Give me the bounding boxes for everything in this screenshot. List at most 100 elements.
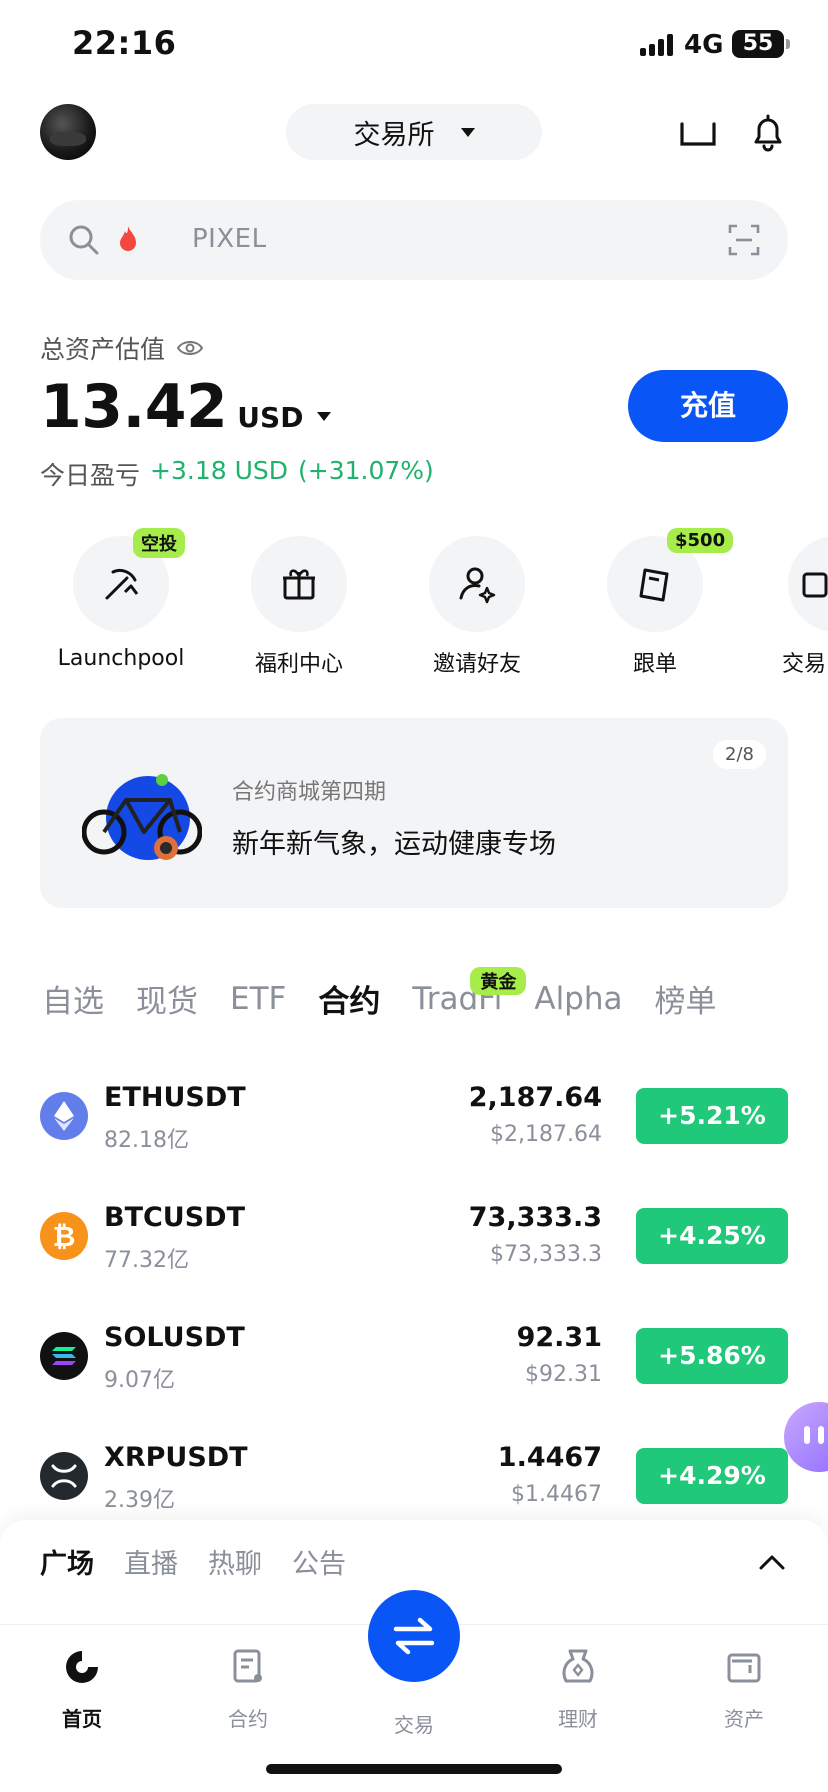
row-symbol: SOLUSDT: [104, 1322, 245, 1353]
tab-favorites[interactable]: 自选: [42, 976, 104, 1021]
shortcut-rewards[interactable]: 福利中心: [214, 536, 384, 678]
row-price: 2,187.64: [468, 1082, 602, 1113]
row-change-badge[interactable]: +4.25%: [636, 1208, 788, 1264]
row-change-badge[interactable]: +5.86%: [636, 1328, 788, 1384]
trade-tool-icon: [802, 572, 828, 598]
tab-square[interactable]: 广场: [40, 1542, 94, 1581]
exchange-label: 交易所: [353, 119, 435, 151]
row-volume: 2.39亿: [104, 1488, 175, 1513]
search-icon: [69, 225, 99, 255]
tab-rankings[interactable]: 榜单: [655, 976, 717, 1021]
scan-icon[interactable]: [726, 222, 762, 258]
signal-icon: [640, 34, 674, 56]
shortcut-label: 跟单: [632, 652, 677, 677]
nav-contract[interactable]: 合约: [188, 1645, 308, 1732]
home-icon: [66, 1651, 98, 1683]
nav-label: 资产: [724, 1707, 764, 1731]
tab-badge: 黄金: [470, 966, 527, 995]
gift-icon: [283, 569, 315, 600]
nav-label: 首页: [62, 1707, 102, 1731]
copy-trade-icon: [639, 568, 669, 602]
tab-tradfi[interactable]: TradFi 黄金: [412, 966, 527, 1017]
shortcut-label: 福利中心: [254, 652, 343, 677]
support-icon[interactable]: [676, 110, 720, 154]
deposit-button[interactable]: 充值: [628, 370, 788, 442]
avatar[interactable]: [40, 104, 96, 160]
promo-banner[interactable]: 2/8 合约商城第四期 新年新气象，运动健康专场: [40, 718, 788, 908]
eye-icon[interactable]: [177, 339, 204, 357]
shortcut-tag: 空投: [133, 528, 185, 558]
tab-hot-chat[interactable]: 热聊: [208, 1542, 262, 1581]
shortcut-label: 交易: [782, 652, 827, 677]
nav-home[interactable]: 首页: [22, 1645, 142, 1732]
contract-icon: [233, 1649, 262, 1683]
tab-spot[interactable]: 现货: [136, 976, 198, 1021]
row-volume: 82.18亿: [104, 1128, 189, 1153]
banner-page-indicator: 2/8: [713, 740, 766, 769]
pickaxe-icon: [105, 568, 139, 600]
nav-label: 理财: [558, 1707, 598, 1731]
tab-alpha[interactable]: Alpha: [534, 981, 622, 1017]
row-change-badge[interactable]: +4.29%: [636, 1448, 788, 1504]
flame-icon: [120, 226, 136, 251]
caret-down-icon: [460, 127, 475, 137]
asset-title-text: 总资产估值: [40, 335, 166, 364]
earn-icon: [562, 1649, 594, 1683]
pnl-value: +3.18 USD: [150, 456, 288, 485]
nav-earn[interactable]: 理财: [518, 1645, 638, 1732]
shortcut-copy-trade[interactable]: $500 跟单: [570, 528, 740, 678]
trade-button[interactable]: [368, 1590, 460, 1682]
asset-amount: 13.42: [40, 372, 228, 442]
shortcut-trade-tool[interactable]: 交易: [748, 536, 828, 678]
shortcut-label: Launchpool: [57, 646, 185, 671]
nav-label: 交易: [394, 1713, 434, 1737]
solana-icon: [40, 1332, 88, 1380]
row-volume: 9.07亿: [104, 1368, 175, 1393]
asset-currency[interactable]: USD: [237, 401, 303, 434]
battery-icon: 55: [732, 30, 790, 58]
currency-caret-icon[interactable]: [317, 412, 332, 421]
nav-trade[interactable]: 交易: [354, 1709, 474, 1738]
assistant-bot-icon[interactable]: [784, 1402, 828, 1472]
tab-etf[interactable]: ETF: [230, 981, 286, 1017]
row-price: 1.4467: [497, 1442, 602, 1473]
pnl-label: 今日盈亏: [40, 461, 141, 490]
row-fiat-price: $73,333.3: [490, 1242, 602, 1267]
row-fiat-price: $1.4467: [511, 1482, 602, 1507]
nav-assets[interactable]: 资产: [684, 1645, 804, 1732]
market-tabs: 自选 现货 ETF 合约 TradFi 黄金 Alpha 榜单: [42, 966, 717, 1021]
search-bar[interactable]: PIXEL: [40, 200, 788, 280]
chevron-up-icon[interactable]: [758, 1552, 786, 1572]
status-bar: 22:16 4G 55: [0, 0, 828, 90]
tab-futures[interactable]: 合约: [318, 976, 380, 1021]
home-indicator: [266, 1764, 562, 1774]
bitcoin-icon: ₿: [40, 1212, 88, 1260]
row-symbol: ETHUSDT: [104, 1082, 246, 1113]
table-row[interactable]: ₿ BTCUSDT 77.32亿 73,333.3 $73,333.3 +4.2…: [40, 1192, 788, 1292]
bell-icon[interactable]: [746, 110, 790, 154]
shortcut-label: 邀请好友: [432, 652, 521, 677]
row-fiat-price: $2,187.64: [490, 1122, 602, 1147]
wallet-icon: [727, 1653, 761, 1683]
swap-icon: [393, 1617, 435, 1655]
exchange-switch[interactable]: 交易所: [286, 104, 542, 160]
tab-announcements[interactable]: 公告: [292, 1542, 346, 1581]
row-change-badge[interactable]: +5.21%: [636, 1088, 788, 1144]
banner-subtitle: 合约商城第四期: [232, 780, 387, 805]
pnl-percent: (+31.07%): [298, 456, 434, 485]
row-fiat-price: $92.31: [525, 1362, 602, 1387]
shortcut-circle: [429, 536, 525, 632]
table-row[interactable]: XRPUSDT 2.39亿 1.4467 $1.4467 +4.29%: [40, 1432, 788, 1532]
shortcut-launchpool[interactable]: 空投 Launchpool: [36, 528, 206, 671]
row-price: 92.31: [516, 1322, 602, 1353]
table-row[interactable]: ETHUSDT 82.18亿 2,187.64 $2,187.64 +5.21%: [40, 1072, 788, 1172]
nav-label: 合约: [228, 1707, 268, 1731]
shortcut-invite[interactable]: 邀请好友: [392, 536, 562, 678]
shortcut-circle: [251, 536, 347, 632]
banner-title: 新年新气象，运动健康专场: [232, 829, 556, 860]
asset-value: 13.42 USD: [40, 372, 332, 442]
table-row[interactable]: SOLUSDT 9.07亿 92.31 $92.31 +5.86%: [40, 1312, 788, 1412]
bicycle-icon: [82, 774, 202, 860]
xrp-icon: [40, 1452, 88, 1500]
tab-live[interactable]: 直播: [124, 1542, 178, 1581]
